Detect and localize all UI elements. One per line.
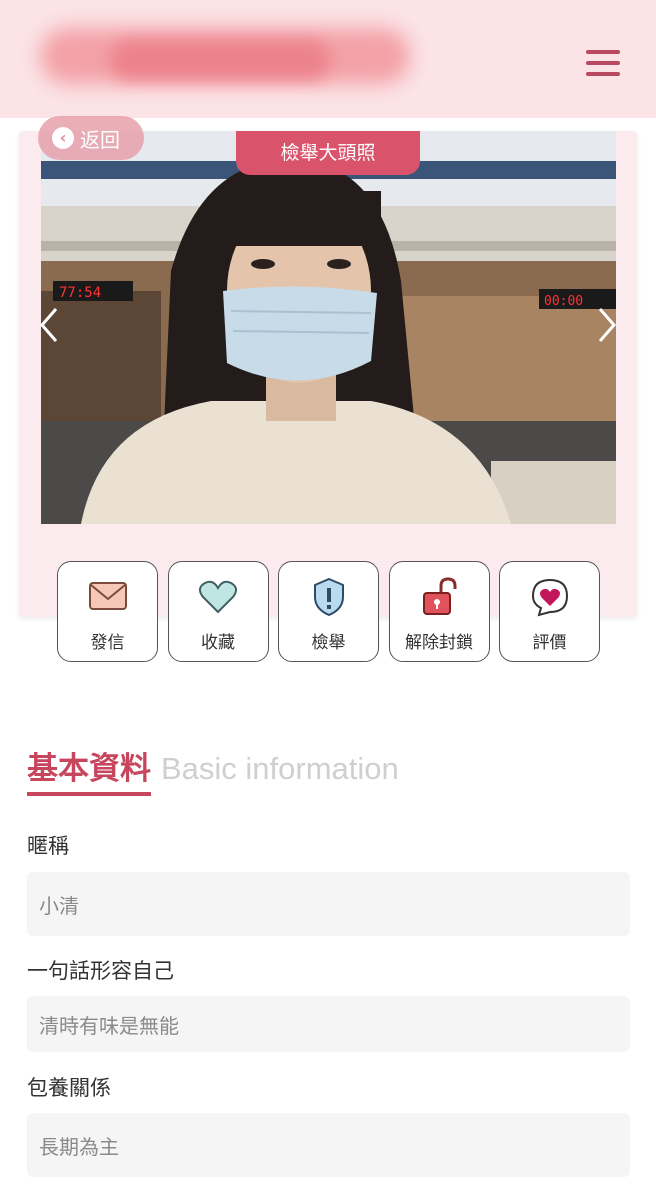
mail-icon [88, 578, 128, 616]
self-description-label: 一句話形容自己 [27, 959, 174, 983]
relationship-field: 長期為主 [27, 1113, 630, 1177]
action-label: 發信 [90, 633, 125, 653]
chevron-right-icon[interactable] [596, 305, 618, 345]
nickname-field: 小清 [27, 872, 630, 936]
action-label: 解除封鎖 [405, 633, 473, 653]
favorite-button[interactable]: 收藏 [167, 561, 269, 662]
back-label: 返回 [80, 127, 120, 152]
action-label: 檢舉 [311, 633, 346, 653]
rating-button[interactable]: 評價 [499, 561, 600, 662]
app-header [0, 0, 656, 118]
unlock-icon [419, 577, 459, 616]
nickname-label: 暱稱 [27, 834, 69, 858]
heart-icon [198, 578, 238, 616]
chevron-left-icon: ‹ [52, 127, 74, 149]
self-description-field: 清時有味是無能 [27, 996, 630, 1052]
header-title-redacted [40, 18, 420, 98]
section-title: 基本資料 Basic information [27, 743, 399, 796]
action-bar: 發信 收藏 檢舉 解除封鎖 評價 [57, 561, 600, 662]
svg-text:77:54: 77:54 [59, 285, 101, 301]
relationship-label: 包養關係 [27, 1076, 111, 1100]
shield-icon [309, 577, 349, 617]
report-photo-button[interactable]: 檢舉大頭照 [236, 131, 420, 175]
send-mail-button[interactable]: 發信 [57, 561, 158, 662]
section-title-en: Basic information [161, 751, 399, 786]
report-button[interactable]: 檢舉 [278, 561, 379, 662]
back-button[interactable]: ‹ 返回 [38, 116, 144, 160]
action-label: 收藏 [201, 633, 235, 653]
svg-text:00:00: 00:00 [544, 294, 583, 309]
profile-photo-card: 77:54 00:00 [19, 131, 637, 617]
chat-heart-icon [530, 578, 570, 617]
profile-photo: 77:54 00:00 [41, 131, 616, 524]
action-label: 評價 [532, 633, 567, 653]
chevron-left-icon[interactable] [38, 305, 60, 345]
section-title-zh: 基本資料 [27, 743, 151, 796]
unblock-button[interactable]: 解除封鎖 [388, 561, 490, 662]
hamburger-icon[interactable] [586, 50, 620, 80]
